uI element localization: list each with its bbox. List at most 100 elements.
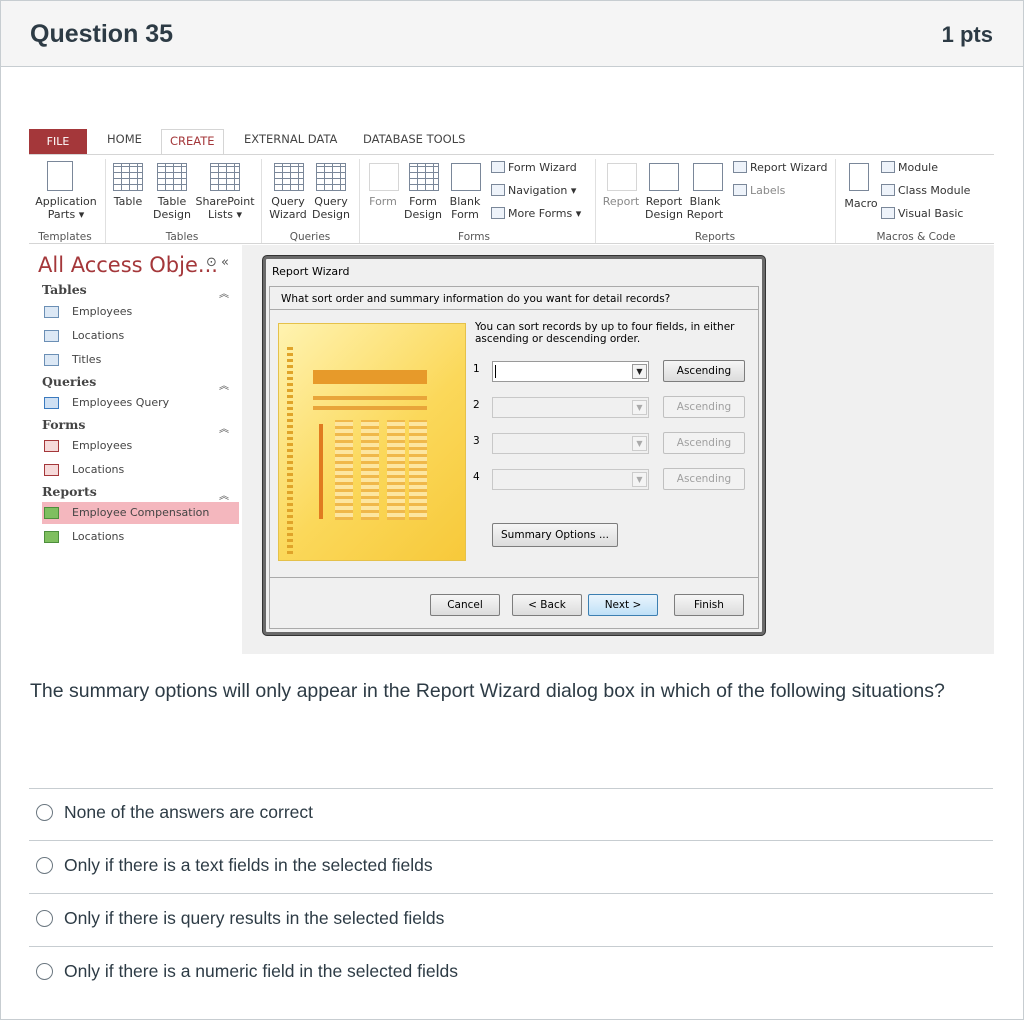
- module-button[interactable]: Module: [881, 161, 938, 174]
- group-tables: Tables: [165, 231, 199, 243]
- group-macros-code: Macros & Code: [876, 231, 956, 243]
- query-wizard-button[interactable]: Query Wizard: [267, 195, 309, 221]
- sort-field-3-select[interactable]: ▼: [492, 433, 649, 454]
- sort-order-4-button[interactable]: Ascending: [663, 468, 745, 490]
- blank-report-button[interactable]: Blank Report: [685, 195, 725, 221]
- table-button[interactable]: Table: [109, 195, 147, 208]
- table-icon: [44, 306, 59, 318]
- report-design-button[interactable]: Report Design: [643, 195, 685, 221]
- nav-section-queries[interactable]: Queries: [42, 374, 96, 389]
- ribbon-tabs: FILE HOME CREATE EXTERNAL DATA DATABASE …: [29, 126, 994, 155]
- query-icon: [44, 397, 59, 409]
- next-button[interactable]: Next >: [588, 594, 658, 616]
- visual-basic-icon: [881, 207, 895, 219]
- table-icon: [44, 354, 59, 366]
- nav-item-titles-table[interactable]: Titles: [42, 349, 239, 371]
- chevron-up-icon[interactable]: ︽: [219, 285, 229, 300]
- labels-button[interactable]: Labels: [733, 184, 785, 197]
- chevron-down-icon[interactable]: ▼: [632, 436, 647, 451]
- more-forms-button[interactable]: More Forms ▾: [491, 207, 581, 220]
- radio-button[interactable]: [36, 804, 53, 821]
- group-reports: Reports: [694, 231, 736, 243]
- report-icon: [607, 163, 637, 191]
- table-icon: [44, 330, 59, 342]
- sort-field-1-select[interactable]: ▼: [492, 361, 649, 382]
- nav-section-tables[interactable]: Tables: [42, 282, 87, 297]
- more-forms-icon: [491, 207, 505, 219]
- form-design-button[interactable]: Form Design: [403, 195, 443, 221]
- navigation-button[interactable]: Navigation ▾: [491, 184, 576, 197]
- nav-section-forms[interactable]: Forms: [42, 417, 85, 432]
- report-icon: [44, 507, 59, 519]
- cancel-button[interactable]: Cancel: [430, 594, 500, 616]
- group-templates: Templates: [38, 231, 92, 243]
- sort-field-2-select[interactable]: ▼: [492, 397, 649, 418]
- chevron-up-icon[interactable]: ︽: [219, 420, 229, 435]
- tab-create[interactable]: CREATE: [161, 129, 224, 155]
- macro-button[interactable]: Macro: [841, 197, 881, 210]
- form-icon: [44, 464, 59, 476]
- tab-database-tools[interactable]: DATABASE TOOLS: [363, 132, 465, 146]
- chevron-up-icon[interactable]: ︽: [219, 487, 229, 502]
- application-parts-button[interactable]: Application Parts ▾: [31, 195, 101, 221]
- back-button[interactable]: < Back: [512, 594, 582, 616]
- question-text: The summary options will only appear in …: [30, 680, 945, 702]
- access-screenshot: FILE HOME CREATE EXTERNAL DATA DATABASE …: [29, 126, 994, 654]
- form-wizard-button[interactable]: Form Wizard: [491, 161, 577, 174]
- sort-number: 3: [473, 435, 480, 447]
- group-queries: Queries: [289, 231, 331, 243]
- radio-button[interactable]: [36, 857, 53, 874]
- visual-basic-button[interactable]: Visual Basic: [881, 207, 963, 220]
- question-points: 1 pts: [941, 22, 993, 47]
- sort-number: 2: [473, 399, 480, 411]
- form-icon: [369, 163, 399, 191]
- table-design-button[interactable]: Table Design: [151, 195, 193, 221]
- report-design-icon: [649, 163, 679, 191]
- chevron-up-icon[interactable]: ︽: [219, 377, 229, 392]
- nav-item-employees-form[interactable]: Employees: [42, 435, 239, 457]
- sharepoint-lists-icon: [210, 163, 240, 191]
- nav-item-locations-report[interactable]: Locations: [42, 526, 239, 548]
- blank-form-button[interactable]: Blank Form: [445, 195, 485, 221]
- sort-field-4-select[interactable]: ▼: [492, 469, 649, 490]
- nav-item-locations-form[interactable]: Locations: [42, 459, 239, 481]
- nav-section-reports[interactable]: Reports: [42, 484, 97, 499]
- blank-form-icon: [451, 163, 481, 191]
- sort-order-2-button[interactable]: Ascending: [663, 396, 745, 418]
- form-design-icon: [409, 163, 439, 191]
- question-header: Question 35 1 pts: [1, 1, 1023, 67]
- form-button[interactable]: Form: [363, 195, 403, 208]
- tab-external-data[interactable]: EXTERNAL DATA: [244, 132, 337, 146]
- chevron-down-icon[interactable]: ▼: [632, 472, 647, 487]
- sort-order-1-button[interactable]: Ascending: [663, 360, 745, 382]
- chevron-down-icon[interactable]: ▼: [632, 400, 647, 415]
- tab-file[interactable]: FILE: [29, 129, 87, 154]
- nav-item-locations-table[interactable]: Locations: [42, 325, 239, 347]
- class-module-button[interactable]: Class Module: [881, 184, 970, 197]
- nav-item-employees-query[interactable]: Employees Query: [42, 392, 239, 414]
- sort-order-3-button[interactable]: Ascending: [663, 432, 745, 454]
- radio-button[interactable]: [36, 910, 53, 927]
- summary-options-button[interactable]: Summary Options ...: [492, 523, 618, 547]
- nav-pane-collapse-icon[interactable]: ⊙ «: [206, 255, 229, 270]
- query-design-button[interactable]: Query Design: [309, 195, 353, 221]
- nav-pane-title[interactable]: All Access Obje...: [38, 253, 218, 277]
- tab-home[interactable]: HOME: [107, 132, 142, 146]
- module-icon: [881, 161, 895, 173]
- macro-icon: [849, 163, 869, 191]
- group-forms: Forms: [458, 231, 490, 243]
- form-wizard-icon: [491, 161, 505, 173]
- nav-item-employees-table[interactable]: Employees: [42, 301, 239, 323]
- chevron-down-icon[interactable]: ▼: [632, 364, 647, 379]
- navigation-icon: [491, 184, 505, 196]
- radio-button[interactable]: [36, 963, 53, 980]
- table-icon: [113, 163, 143, 191]
- question-card: Question 35 1 pts FILE HOME CREATE EXTER…: [0, 0, 1024, 1020]
- finish-button[interactable]: Finish: [674, 594, 744, 616]
- sharepoint-lists-button[interactable]: SharePoint Lists ▾: [195, 195, 255, 221]
- report-icon: [44, 531, 59, 543]
- nav-item-employee-compensation-report[interactable]: Employee Compensation: [42, 502, 239, 524]
- report-wizard-button[interactable]: Report Wizard: [733, 161, 827, 174]
- report-button[interactable]: Report: [599, 195, 643, 208]
- dialog-body: What sort order and summary information …: [269, 286, 759, 629]
